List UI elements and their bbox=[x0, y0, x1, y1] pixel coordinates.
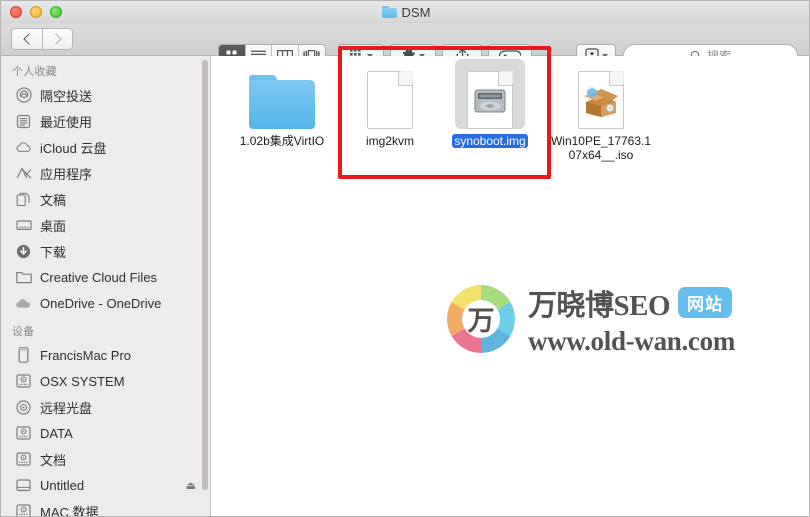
hard-drive-glyph bbox=[474, 89, 506, 113]
sidebar-item-applications[interactable]: 应用程序 bbox=[1, 160, 210, 186]
sidebar-item-airdrop[interactable]: 隔空投送 bbox=[1, 82, 210, 108]
iso-archive-icon bbox=[578, 71, 624, 129]
sidebar-item-label: 文档 bbox=[40, 452, 67, 468]
disk-image-icon bbox=[467, 71, 513, 129]
sidebar-item-recents[interactable]: 最近使用 bbox=[1, 108, 210, 134]
sidebar-item-label: 最近使用 bbox=[40, 114, 93, 130]
watermark-badge: 网站 bbox=[678, 287, 733, 318]
file-thumbnail bbox=[566, 59, 636, 129]
sidebar-section-devices-header: 设备 bbox=[12, 326, 35, 338]
sidebar-item-label: 桌面 bbox=[40, 218, 67, 234]
toolbar: 搜索 bbox=[1, 23, 809, 67]
forward-button[interactable] bbox=[42, 28, 73, 50]
sidebar-item-label: 下载 bbox=[40, 244, 67, 260]
harddisk-icon bbox=[15, 373, 32, 390]
minimize-button[interactable] bbox=[30, 6, 42, 18]
sidebar-item-label: MAC 数据 bbox=[40, 504, 99, 517]
chevron-left-icon bbox=[22, 33, 35, 45]
sidebar-item-label: Creative Cloud Files bbox=[40, 269, 158, 285]
sidebar-item-osx-system[interactable]: OSX SYSTEM bbox=[1, 368, 210, 394]
navigation-buttons bbox=[11, 28, 73, 50]
file-item-folder[interactable]: 1.02b集成VirtIO bbox=[227, 59, 337, 148]
sidebar-item-label: OneDrive - OneDrive bbox=[40, 295, 162, 311]
sidebar-item-icloud-drive[interactable]: iCloud 云盘 bbox=[1, 134, 210, 160]
harddisk-icon bbox=[15, 451, 32, 468]
sidebar-item-onedrive[interactable]: OneDrive - OneDrive bbox=[1, 290, 210, 316]
file-label: 1.02b集成VirtIO bbox=[239, 134, 325, 148]
sidebar-item-label: iCloud 云盘 bbox=[40, 140, 107, 156]
sidebar-item-untitled[interactable]: Untitled ⏏ bbox=[1, 472, 210, 498]
icloud-icon bbox=[15, 139, 32, 156]
watermark-brand-row: 万晓博SEO 网站 bbox=[528, 282, 735, 324]
documents-icon bbox=[15, 191, 32, 208]
file-item-synoboot-img[interactable]: synoboot.img bbox=[435, 59, 545, 148]
svg-text:万: 万 bbox=[468, 306, 495, 336]
watermark-brand: 万晓博SEO bbox=[528, 289, 671, 322]
sidebar-scrollbar[interactable] bbox=[202, 60, 208, 490]
sidebar-item-francismac-pro[interactable]: FrancisMac Pro bbox=[1, 342, 210, 368]
sidebar-item-creative-cloud-files[interactable]: Creative Cloud Files bbox=[1, 264, 210, 290]
file-label: synoboot.img bbox=[452, 134, 528, 148]
file-label: img2kvm bbox=[365, 134, 414, 148]
sidebar-section-favorites-header: 个人收藏 bbox=[12, 66, 57, 78]
file-item-win10pe-iso[interactable]: Win10PE_17763.1 07x64__.iso bbox=[546, 59, 656, 162]
sidebar-item-label: OSX SYSTEM bbox=[40, 373, 125, 389]
sidebar-item-documents-disk[interactable]: 文档 bbox=[1, 446, 210, 472]
file-grid: 1.02b集成VirtIO img2kvm synoboot.img Win10… bbox=[212, 56, 809, 516]
window-title-group: DSM bbox=[1, 1, 809, 23]
file-thumbnail bbox=[247, 59, 317, 129]
applications-icon bbox=[15, 165, 32, 182]
harddisk-icon bbox=[15, 503, 32, 516]
sidebar-item-remote-disc[interactable]: 远程光盘 bbox=[1, 394, 210, 420]
sidebar-item-label: 应用程序 bbox=[40, 166, 93, 182]
airdrop-icon bbox=[15, 87, 32, 104]
window-title: DSM bbox=[401, 4, 431, 20]
sidebar-item-label: 隔空投送 bbox=[40, 88, 93, 104]
file-thumbnail bbox=[455, 59, 525, 129]
sidebar-item-label: DATA bbox=[40, 425, 73, 441]
finder-window: DSM 个人收藏 隔空投送 最近使用 iCloud 云盘 应用程序 文稿 桌面 … bbox=[0, 0, 810, 517]
desktop-icon bbox=[15, 217, 32, 234]
maximize-button[interactable] bbox=[50, 6, 62, 18]
sidebar-item-label: FrancisMac Pro bbox=[40, 347, 132, 363]
chevron-right-icon bbox=[50, 33, 62, 45]
sidebar-item-label: 远程光盘 bbox=[40, 400, 93, 416]
close-button[interactable] bbox=[10, 6, 22, 18]
watermark-url: www.old-wan.com bbox=[528, 325, 736, 356]
archive-box-glyph bbox=[584, 86, 618, 117]
sidebar-item-documents[interactable]: 文稿 bbox=[1, 186, 210, 212]
sidebar-item-data[interactable]: DATA bbox=[1, 420, 210, 446]
file-label: Win10PE_17763.1 07x64__.iso bbox=[550, 134, 652, 162]
sidebar-item-downloads[interactable]: 下载 bbox=[1, 238, 210, 264]
sidebar-item-desktop[interactable]: 桌面 bbox=[1, 212, 210, 238]
title-bar: DSM bbox=[1, 1, 809, 23]
external-disk-icon bbox=[15, 477, 32, 494]
blank-document-icon bbox=[367, 71, 413, 129]
file-item-img2kvm[interactable]: img2kvm bbox=[335, 59, 445, 148]
cloud-icon bbox=[15, 295, 32, 312]
eject-icon[interactable]: ⏏ bbox=[186, 479, 196, 492]
folder-icon bbox=[381, 6, 397, 18]
harddisk-icon bbox=[15, 425, 32, 442]
folder-icon bbox=[15, 269, 32, 286]
file-thumbnail bbox=[355, 59, 425, 129]
remote-disc-icon bbox=[15, 399, 32, 416]
sidebar-item-mac-data[interactable]: MAC 数据 bbox=[1, 498, 210, 517]
watermark-text: 万晓博SEO 网站 www.old-wan.com bbox=[528, 282, 735, 357]
recents-icon bbox=[15, 113, 32, 130]
watermark: 万 万晓博SEO 网站 www.old-wan.com bbox=[440, 274, 780, 364]
folder-icon bbox=[249, 75, 315, 129]
sidebar-item-label: 文稿 bbox=[40, 192, 67, 208]
back-button[interactable] bbox=[11, 28, 42, 50]
sidebar: 个人收藏 隔空投送 最近使用 iCloud 云盘 应用程序 文稿 桌面 下载 C… bbox=[1, 56, 211, 517]
mac-icon bbox=[15, 347, 32, 364]
downloads-icon bbox=[15, 243, 32, 260]
sidebar-item-label: Untitled bbox=[40, 477, 85, 493]
watermark-logo-icon: 万 bbox=[447, 285, 515, 353]
